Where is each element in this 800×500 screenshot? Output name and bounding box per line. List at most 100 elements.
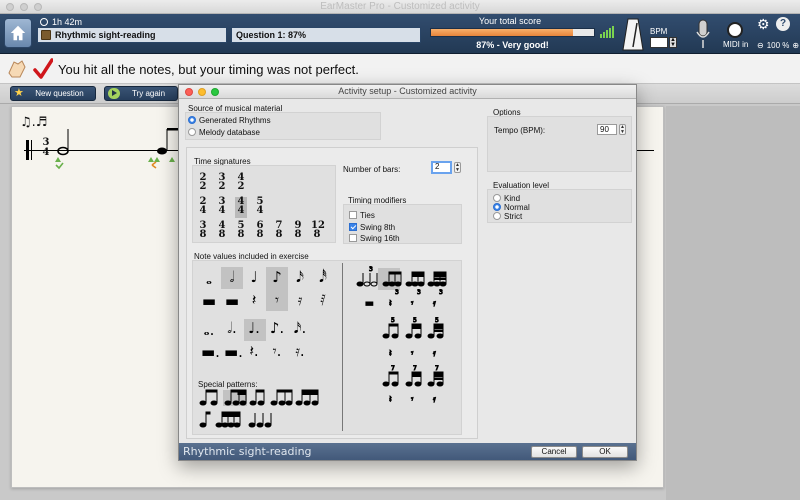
new-question-button[interactable]: ★ New question <box>10 86 96 101</box>
zoom-control[interactable]: ⊖ 100 % ⊕ <box>757 41 799 50</box>
time-signature-denominator: 4 <box>199 205 207 216</box>
dotted-half-note-option[interactable]: 𝅗𝅥. <box>224 321 240 336</box>
time-signature-2-2[interactable]: 22 <box>197 173 209 194</box>
activity-setup-dialog: Activity setup - Customized activity Sou… <box>178 84 637 461</box>
time-signature-denominator: 4 <box>237 205 245 216</box>
swing-8th-checkbox[interactable] <box>349 223 357 231</box>
time-signature-3-4[interactable]: 34 <box>216 197 228 218</box>
generated-rhythms-radio[interactable] <box>188 116 196 124</box>
swing-16th-label: Swing 16th <box>360 234 400 243</box>
note-values-divider <box>342 263 343 431</box>
time-signature-2-4[interactable]: 24 <box>197 197 209 218</box>
bpm-stepper[interactable]: ▲ ▼ <box>669 37 677 48</box>
score-title: Your total score <box>478 16 542 26</box>
tempo-input[interactable]: 90 <box>597 124 617 135</box>
sixteenth-rest-option[interactable]: 𝄿 <box>292 293 308 308</box>
exercise-name: Rhythmic sight-reading <box>55 30 156 40</box>
svg-text:𝄿: 𝄿 <box>433 349 436 359</box>
quarter-rest-option[interactable]: 𝄽 <box>246 293 262 308</box>
time-signature-denominator: 2 <box>237 181 245 192</box>
svg-text:𝄽: 𝄽 <box>389 395 392 405</box>
swing-16th-checkbox[interactable] <box>349 234 357 242</box>
midi-in-icon[interactable] <box>727 22 743 38</box>
eval-normal-radio[interactable] <box>493 203 501 211</box>
dotted-sixteenth-note-option[interactable]: 𝅘𝅥𝅯. <box>292 321 308 336</box>
play-icon <box>108 88 120 99</box>
question-status: Question 1: 87% <box>231 27 421 43</box>
clapping-hands-icon <box>8 60 26 78</box>
whole-rest-option[interactable]: ▬ <box>201 294 217 309</box>
time-signature-5-4[interactable]: 54 <box>254 197 266 218</box>
ties-checkbox[interactable] <box>349 211 357 219</box>
svg-text:𝄾: 𝄾 <box>411 395 414 405</box>
ok-button[interactable]: OK <box>582 446 628 458</box>
dotted-half-rest-option[interactable]: ▬. <box>224 345 243 360</box>
workspace-background <box>666 106 800 500</box>
dotted-quarter-rest-option[interactable]: 𝄽. <box>246 344 262 359</box>
half-note-option[interactable]: 𝅗𝅥 <box>224 270 240 285</box>
zoom-in-icon[interactable]: ⊕ <box>792 41 799 50</box>
new-question-label: New question <box>35 89 84 98</box>
try-again-button[interactable]: Try again <box>104 86 178 101</box>
eval-strict-radio[interactable] <box>493 212 501 220</box>
dotted-quarter-note-option[interactable]: ♩. <box>246 321 262 336</box>
dotted-eighth-note-option[interactable]: ♪. <box>269 321 285 336</box>
svg-text:𝄾: 𝄾 <box>411 299 414 309</box>
thirty-second-note-option[interactable]: 𝅘𝅥𝅰 <box>315 270 331 285</box>
midi-label: MIDI in <box>723 40 749 49</box>
svg-text:3: 3 <box>395 289 399 296</box>
time-signature-4-8[interactable]: 48 <box>216 221 228 242</box>
whole-note-option[interactable]: 𝅝 <box>201 272 217 287</box>
swing-8th-label: Swing 8th <box>360 223 396 232</box>
time-signature-4-4[interactable]: 44 <box>235 197 247 218</box>
metronome-icon[interactable] <box>622 17 644 51</box>
time-signature-bottom: 4 <box>42 147 50 158</box>
window-titlebar: EarMaster Pro - Customized activity <box>0 0 800 14</box>
time-signature-6-8[interactable]: 68 <box>254 221 266 242</box>
svg-text:3: 3 <box>417 289 421 296</box>
time-signature-denominator: 8 <box>199 229 207 240</box>
quarter-note-option[interactable]: ♩ <box>246 270 262 285</box>
feedback-message: You hit all the notes, but your timing w… <box>58 62 359 77</box>
dotted-whole-note-option[interactable]: 𝅝. <box>201 323 217 338</box>
half-rest-option[interactable]: ▬ <box>224 294 240 309</box>
time-signature-9-8[interactable]: 98 <box>292 221 304 242</box>
time-signature-denominator: 4 <box>218 205 226 216</box>
zoom-out-icon[interactable]: ⊖ <box>757 41 764 50</box>
dotted-sixteenth-rest-option[interactable]: 𝄿. <box>292 344 308 359</box>
eval-kind-radio[interactable] <box>493 194 501 202</box>
thirty-second-rest-option[interactable]: 𝅀 <box>315 293 331 308</box>
bars-input[interactable]: 2 <box>431 161 452 174</box>
bpm-input[interactable] <box>650 37 668 48</box>
time-signature-7-8[interactable]: 78 <box>273 221 285 242</box>
help-icon[interactable]: ? <box>776 17 790 31</box>
zoom-level: 100 % <box>766 41 790 50</box>
tempo-stepper[interactable]: ▲ ▼ <box>619 124 626 135</box>
tuplet-patterns[interactable]: 3 3 3 3 ▬ 𝄽 𝄾 𝄿 5 5 5 𝄽 𝄾 𝄿 7 7 7 𝄽 𝄾 𝄿 <box>355 266 455 406</box>
time-signature-5-8[interactable]: 58 <box>235 221 247 242</box>
score-text: 87% - Very good! <box>476 40 549 50</box>
gear-icon[interactable]: ⚙ <box>757 17 771 31</box>
top-toolbar: 1h 42m Rhythmic sight-reading Question 1… <box>0 14 800 54</box>
sixteenth-note-option[interactable]: 𝅘𝅥𝅯 <box>292 270 308 285</box>
eighth-note-option[interactable]: ♪ <box>269 270 285 285</box>
time-signature-denominator: 8 <box>275 229 283 240</box>
generated-rhythms-label: Generated Rhythms <box>199 116 271 125</box>
cancel-button[interactable]: Cancel <box>531 446 577 458</box>
time-signature-12-8[interactable]: 12 8 <box>311 221 325 242</box>
dotted-eighth-rest-option[interactable]: 𝄾. <box>269 344 285 359</box>
special-patterns[interactable] <box>197 389 327 429</box>
eighth-rest-option[interactable]: 𝄾 <box>269 293 285 308</box>
svg-text:5: 5 <box>391 317 395 324</box>
home-button[interactable] <box>4 18 32 48</box>
time-signature-4-2[interactable]: 42 <box>235 173 247 194</box>
bars-stepper[interactable]: ▲ ▼ <box>454 162 461 173</box>
melody-database-radio[interactable] <box>188 128 196 136</box>
time-signature-top: 3 <box>42 137 50 148</box>
svg-text:7: 7 <box>435 365 439 372</box>
dotted-whole-rest-option[interactable]: ▬. <box>201 345 220 360</box>
time-signature-3-8[interactable]: 38 <box>197 221 209 242</box>
microphone-icon[interactable] <box>695 18 711 50</box>
checkmark-icon <box>33 58 53 79</box>
time-signature-3-2[interactable]: 32 <box>216 173 228 194</box>
